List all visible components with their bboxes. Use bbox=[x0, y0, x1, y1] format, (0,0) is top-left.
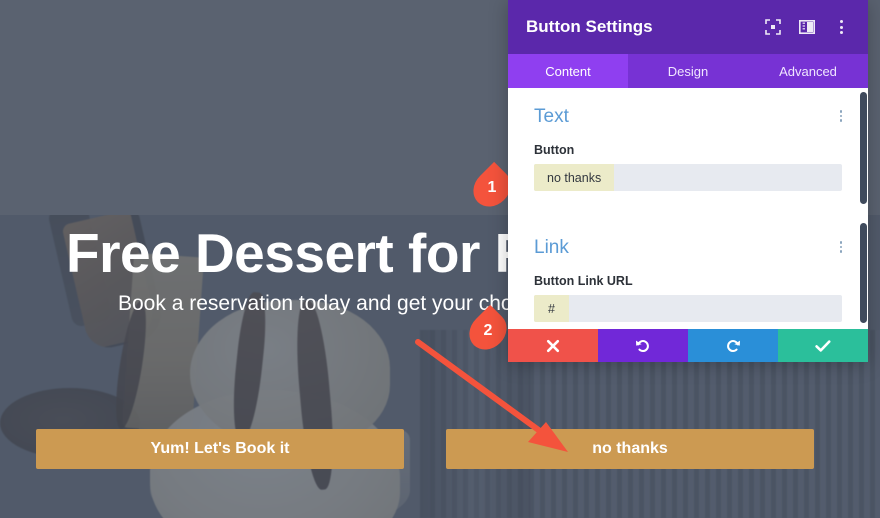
undo-icon bbox=[635, 338, 651, 354]
tab-advanced-label: Advanced bbox=[779, 63, 837, 79]
panel-header: Button Settings bbox=[508, 0, 868, 54]
callout-1-number: 1 bbox=[487, 179, 497, 196]
expand-icon[interactable] bbox=[764, 18, 782, 36]
cancel-button[interactable] bbox=[508, 329, 598, 362]
cta-button-secondary[interactable]: no thanks bbox=[446, 429, 814, 469]
section-link-header: Link bbox=[534, 237, 842, 259]
button-text-input[interactable]: no thanks bbox=[534, 164, 842, 191]
section-text-scroll-thumb[interactable] bbox=[860, 92, 867, 204]
checkmark-icon bbox=[815, 339, 831, 353]
tab-design-label: Design bbox=[667, 63, 709, 79]
callout-2-number: 2 bbox=[483, 322, 493, 339]
section-link-menu-icon[interactable] bbox=[839, 241, 842, 253]
vertical-dots-icon[interactable] bbox=[832, 18, 850, 36]
cta-secondary-label: no thanks bbox=[592, 440, 668, 457]
button-link-url-input[interactable]: # bbox=[534, 295, 842, 322]
button-text-value: no thanks bbox=[534, 164, 615, 191]
section-link: Link Button Link URL # bbox=[508, 219, 868, 329]
panel-body: Text Button no thanks Link Button Link U… bbox=[508, 88, 868, 329]
page-title: Free Dessert for F bbox=[66, 222, 528, 284]
panel-header-icons bbox=[764, 18, 850, 36]
tab-content-label: Content bbox=[545, 63, 591, 79]
close-icon bbox=[546, 339, 560, 353]
tab-advanced[interactable]: Advanced bbox=[748, 54, 868, 88]
section-text-scrollbar[interactable] bbox=[859, 88, 868, 213]
button-link-url-value: # bbox=[534, 295, 569, 322]
section-text-header: Text bbox=[534, 106, 842, 128]
section-link-title: Link bbox=[534, 237, 569, 258]
redo-icon bbox=[725, 338, 741, 354]
undo-button[interactable] bbox=[598, 329, 688, 362]
panel-tabs: Content Design Advanced bbox=[508, 54, 868, 88]
section-text-title: Text bbox=[534, 106, 569, 127]
cta-button-primary[interactable]: Yum! Let's Book it bbox=[36, 429, 404, 469]
button-text-label: Button bbox=[534, 143, 575, 157]
page-subtitle: Book a reservation today and get your ch… bbox=[118, 292, 513, 315]
panel-title: Button Settings bbox=[526, 17, 653, 36]
cta-primary-label: Yum! Let's Book it bbox=[150, 440, 290, 457]
tab-content[interactable]: Content bbox=[508, 54, 628, 88]
save-button[interactable] bbox=[778, 329, 868, 362]
section-text: Text Button no thanks bbox=[508, 88, 868, 213]
panel-action-bar bbox=[508, 329, 868, 362]
button-link-url-label: Button Link URL bbox=[534, 274, 633, 288]
layout-columns-icon[interactable] bbox=[798, 18, 816, 36]
section-link-scrollbar[interactable] bbox=[859, 219, 868, 344]
tab-design[interactable]: Design bbox=[628, 54, 748, 88]
button-settings-panel: Button Settings Content Design Advanced … bbox=[508, 0, 868, 362]
redo-button[interactable] bbox=[688, 329, 778, 362]
section-link-scroll-thumb[interactable] bbox=[860, 223, 867, 323]
section-text-menu-icon[interactable] bbox=[839, 110, 842, 122]
